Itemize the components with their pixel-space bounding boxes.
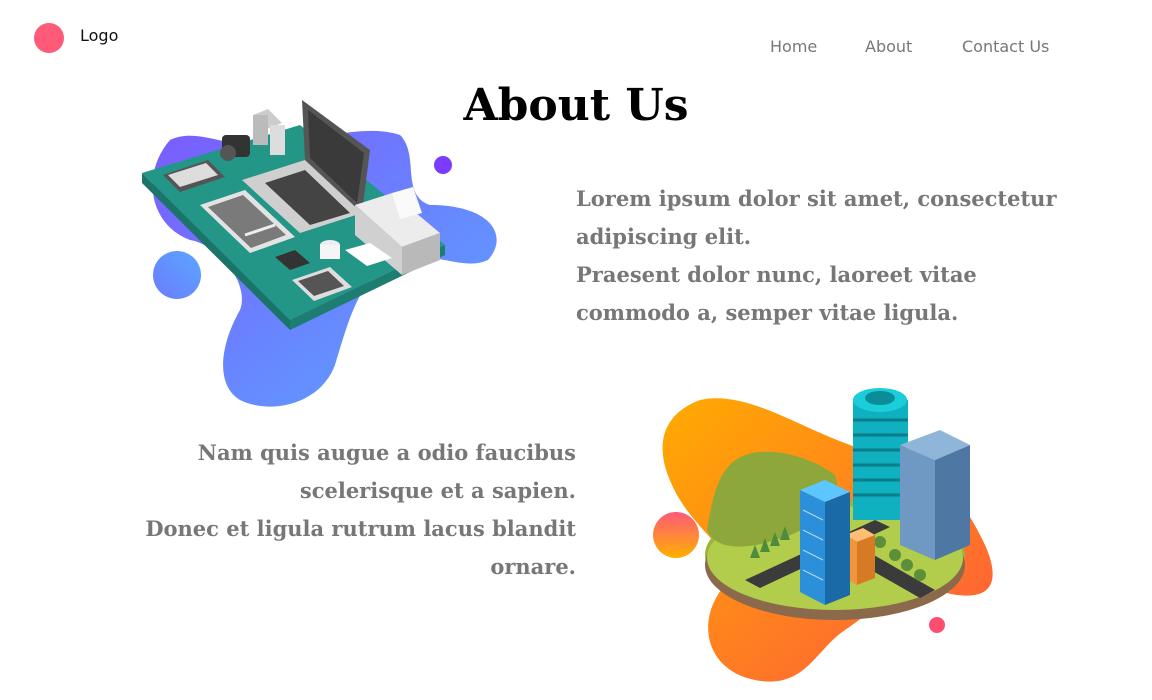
logo-label[interactable]: Logo xyxy=(80,26,118,45)
office-desk-illustration xyxy=(142,100,497,407)
city-illustration xyxy=(653,388,993,682)
nav-contact-link[interactable]: Contact Us xyxy=(962,37,1049,56)
about-paragraph-2: Nam quis augue a odio faucibus scelerisq… xyxy=(145,440,576,579)
logo-icon[interactable] xyxy=(34,23,64,53)
about-paragraph-1: Lorem ipsum dolor sit amet, consectetur … xyxy=(576,186,1057,325)
nav-about-link[interactable]: About xyxy=(865,37,912,56)
nav-home-link[interactable]: Home xyxy=(770,37,817,56)
